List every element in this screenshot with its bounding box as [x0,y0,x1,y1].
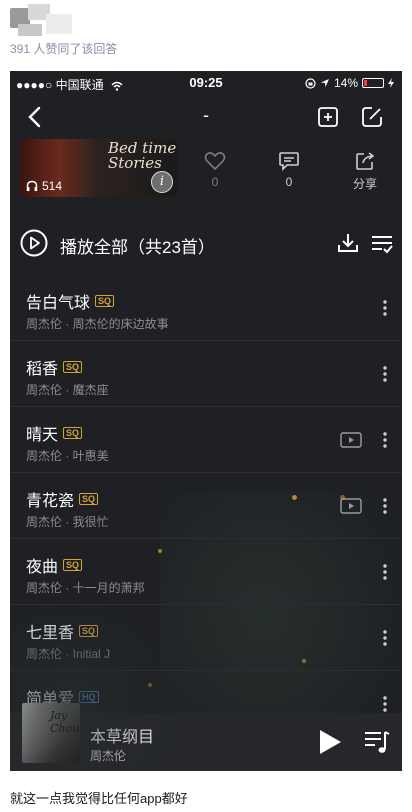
more-icon[interactable] [382,563,388,581]
share-stat[interactable]: 分享 [335,151,395,192]
playlist-icon[interactable] [364,729,390,755]
battery-percent: 14% [333,76,358,90]
quality-badge: SQ [79,493,99,505]
player-song-title: 本草纲目 [90,729,155,746]
page: 391 人赞同了该回答 ●●●●○ 中国联通 09:25 14% - Bed t… [0,0,412,812]
sparkle-dot [340,495,345,500]
quality-badge: SQ [63,427,83,439]
song-subtitle: 周杰伦 · 我很忙 [26,515,109,529]
song-title: 青花瓷 SQ [26,487,99,511]
song-row[interactable]: 告白气球 SQ 周杰伦 · 周杰伦的床边故事 [10,275,402,341]
heart-icon [204,152,226,171]
likes-count: 391 人赞同了该回答 [10,42,118,56]
download-icon[interactable] [336,231,360,255]
location-icon [320,79,329,87]
mv-icon[interactable] [340,432,362,448]
sparkle-dot [148,683,152,687]
more-icon[interactable] [382,365,388,383]
play-all-icon[interactable] [20,229,48,257]
song-subtitle: 周杰伦 · Initial J [26,647,111,661]
nav-bar: - [10,99,402,139]
song-subtitle: 周杰伦 · 叶惠美 [26,449,109,463]
song-row[interactable]: 夜曲 SQ 周杰伦 · 十一月的萧邦 [10,539,402,605]
status-bar: ●●●●○ 中国联通 09:25 14% [10,71,402,95]
status-right: 14% [305,76,394,90]
mv-icon[interactable] [340,498,362,514]
headphones-icon [26,180,38,191]
like-stat[interactable]: 0 [185,151,245,189]
play-all-button[interactable]: 播放全部（共23首） [60,233,215,258]
quality-badge: SQ [95,295,115,307]
listen-count: 514 [26,179,62,193]
rotation-lock-icon [305,77,316,89]
more-icon[interactable] [382,629,388,647]
player-artist: 周杰伦 [90,749,127,763]
quality-badge: SQ [63,559,83,571]
song-title: 夜曲 SQ [26,553,83,577]
album-cover[interactable]: Bed time Stories 514 i [20,139,177,197]
album-art-text: Bed time Stories [108,139,177,172]
song-list: 告白气球 SQ 周杰伦 · 周杰伦的床边故事稻香 SQ 周杰伦 · 魔杰座晴天 SQ 周杰伦… [10,275,402,737]
more-icon[interactable] [382,497,388,515]
nav-title: - [203,105,209,125]
quality-badge: HQ [79,691,99,703]
song-subtitle: 周杰伦 · 魔杰座 [26,383,109,397]
share-icon [356,152,375,170]
song-row[interactable]: 七里香 SQ 周杰伦 · Initial J [10,605,402,671]
more-icon[interactable] [382,431,388,449]
play-all-bar: 播放全部（共23首） [10,223,402,267]
player-cover[interactable]: Jay Chou [22,703,80,763]
edit-icon[interactable] [360,105,384,129]
battery-icon [362,78,384,88]
comment-stat[interactable]: 0 [259,151,319,189]
more-icon[interactable] [382,299,388,317]
song-row[interactable]: 青花瓷 SQ 周杰伦 · 我很忙 [10,473,402,539]
quality-badge: SQ [79,625,99,637]
mini-player[interactable]: Jay Chou 本草纲目 周杰伦 [10,703,402,771]
song-title: 七里香 SQ [26,619,99,643]
quality-badge: SQ [63,361,83,373]
info-icon[interactable]: i [151,171,173,193]
sparkle-dot [292,495,297,500]
add-to-folder-icon[interactable] [316,105,340,129]
song-title: 简单爱 HQ [26,685,99,709]
song-title: 晴天 SQ [26,421,83,445]
phone-screenshot: ●●●●○ 中国联通 09:25 14% - Bed time Stories … [10,71,402,771]
blurred-avatar [10,4,72,38]
song-subtitle: 周杰伦 · 周杰伦的床边故事 [26,317,169,331]
song-row[interactable]: 晴天 SQ 周杰伦 · 叶惠美 [10,407,402,473]
song-row[interactable]: 稻香 SQ 周杰伦 · 魔杰座 [10,341,402,407]
sparkle-dot [302,659,306,663]
sparkle-dot [158,549,162,553]
song-subtitle: 周杰伦 · 十一月的萧邦 [26,581,145,595]
post-caption: 就这一点我觉得比任何app都好 [10,791,188,806]
song-title: 稻香 SQ [26,355,83,379]
charging-icon [388,78,394,88]
play-icon[interactable] [318,729,342,755]
multi-select-icon[interactable] [370,231,394,255]
song-title: 告白气球 SQ [26,289,115,313]
comment-icon [279,152,299,171]
more-icon[interactable] [382,695,388,713]
